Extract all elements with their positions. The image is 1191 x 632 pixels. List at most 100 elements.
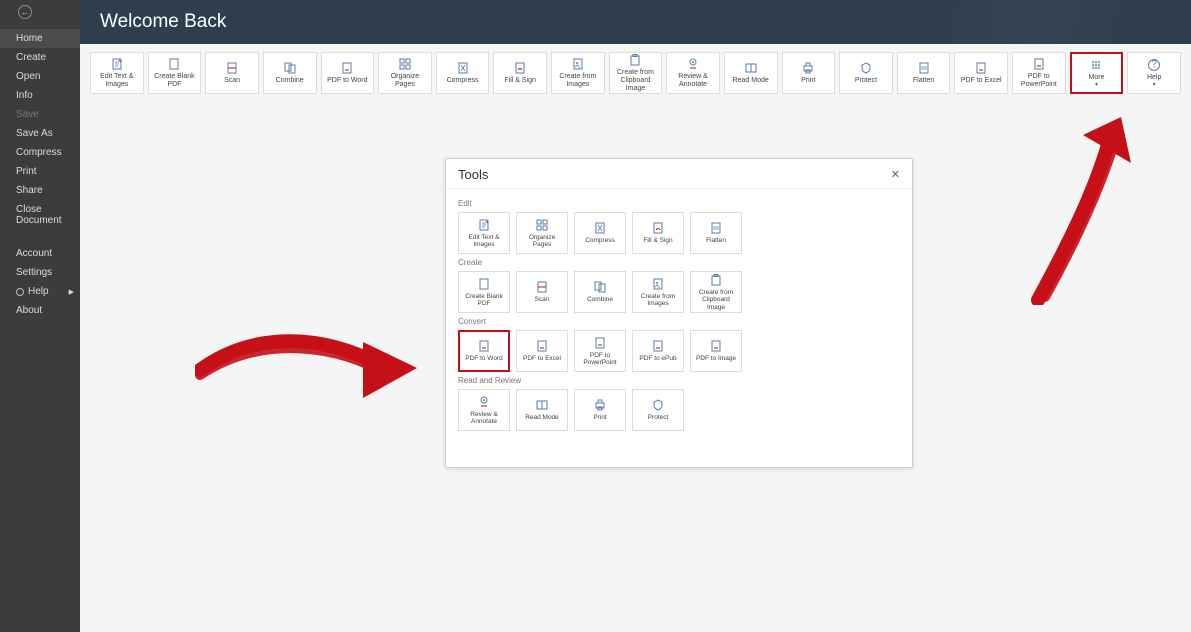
sidebar-item-label: Share <box>16 185 43 196</box>
tile-create-blank-pdf[interactable]: Create Blank PDF <box>458 271 510 313</box>
sidebar: ← Home Create Open InfoSaveSave As Compress P… <box>0 0 80 632</box>
fromimg-icon <box>571 57 585 71</box>
toolbar-compress[interactable]: Compress <box>436 52 490 94</box>
doc-icon <box>651 339 665 353</box>
tile-fill-sign[interactable]: Fill & Sign <box>632 212 684 254</box>
toolbar-label: Fill & Sign <box>504 77 536 85</box>
sign-icon <box>651 221 665 235</box>
tile-combine[interactable]: Combine <box>574 271 626 313</box>
tile-scan[interactable]: Scan <box>516 271 568 313</box>
sidebar-item-close-document[interactable]: Close Document <box>0 200 80 230</box>
edit-icon <box>477 218 491 232</box>
flatten-icon <box>709 221 723 235</box>
tile-label: Flatten <box>706 237 726 244</box>
toolbar-help[interactable]: ?Help▾ <box>1127 52 1181 94</box>
tile-print[interactable]: Print <box>574 389 626 431</box>
sidebar-item-help[interactable]: Help▶ <box>0 282 80 301</box>
sidebar-item-label: Create <box>16 52 46 63</box>
toolbar-label: Organize Pages <box>381 73 429 88</box>
tile-pdf-to-word[interactable]: PDF to Word <box>458 330 510 372</box>
tile-label: PDF to Word <box>465 355 502 362</box>
toolbar-print[interactable]: Print <box>782 52 836 94</box>
sidebar-item-print[interactable]: Print <box>0 162 80 181</box>
section-title: Create <box>458 258 900 267</box>
tile-compress[interactable]: Compress <box>574 212 626 254</box>
sidebar-item-about[interactable]: About <box>0 301 80 320</box>
print-icon <box>801 61 815 75</box>
tile-label: Create from Images <box>635 293 681 307</box>
tile-pdf-to-image[interactable]: PDF to Image <box>690 330 742 372</box>
toolbar-read-mode[interactable]: Read Mode <box>724 52 778 94</box>
tile-pdf-to-powerpoint[interactable]: PDF to PowerPoint <box>574 330 626 372</box>
fromimg-icon <box>651 277 665 291</box>
doc-icon <box>477 339 491 353</box>
more-icon <box>1089 58 1103 72</box>
toolbar-more[interactable]: More▾ <box>1070 52 1124 94</box>
sidebar-item-compress[interactable]: Compress <box>0 143 80 162</box>
sidebar-item-label: Compress <box>16 147 62 158</box>
sidebar-item-open[interactable]: Open <box>0 67 80 86</box>
main: Welcome Back Edit Text & ImagesCreate Bl… <box>80 0 1191 632</box>
tile-label: Create Blank PDF <box>461 293 507 307</box>
read-icon <box>535 398 549 412</box>
toolbar-flatten[interactable]: Flatten <box>897 52 951 94</box>
toolbar-pdf-to-excel[interactable]: PDF to Excel <box>954 52 1008 94</box>
section-title: Convert <box>458 317 900 326</box>
back-button[interactable]: ← <box>18 5 32 19</box>
tile-create-from-clipboard-image[interactable]: Create from Clipboard Image <box>690 271 742 313</box>
toolbar-label: Flatten <box>913 77 934 85</box>
toolbar-create-from-clipboard-image[interactable]: Create from Clipboard Image <box>609 52 663 94</box>
toolbar-label: PDF to Excel <box>961 77 1002 85</box>
toolbar-scan[interactable]: Scan <box>205 52 259 94</box>
toolbar-organize-pages[interactable]: Organize Pages <box>378 52 432 94</box>
sidebar-item-label: Open <box>16 71 40 82</box>
toolbar-fill-sign[interactable]: Fill & Sign <box>493 52 547 94</box>
tile-organize-pages[interactable]: Organize Pages <box>516 212 568 254</box>
tile-read-mode[interactable]: Read Mode <box>516 389 568 431</box>
tile-edit-text-images[interactable]: Edit Text & Images <box>458 212 510 254</box>
chevron-down-icon: ▾ <box>1095 82 1098 89</box>
toolbar-pdf-to-powerpoint[interactable]: PDF to PowerPoint <box>1012 52 1066 94</box>
tile-label: PDF to Image <box>696 355 736 362</box>
sidebar-item-create[interactable]: Create <box>0 48 80 67</box>
tile-pdf-to-excel[interactable]: PDF to Excel <box>516 330 568 372</box>
modal-title: Tools <box>458 167 488 182</box>
doc-icon <box>340 61 354 75</box>
read-icon <box>744 61 758 75</box>
toolbar-edit-text-images[interactable]: Edit Text & Images <box>90 52 144 94</box>
close-icon[interactable]: ✕ <box>891 168 900 181</box>
blank-icon <box>167 57 181 71</box>
sidebar-item-home[interactable]: Home <box>0 29 80 48</box>
toolbar-create-from-images[interactable]: Create from Images <box>551 52 605 94</box>
tile-label: Create from Clipboard Image <box>693 289 739 310</box>
sidebar-item-share[interactable]: Share <box>0 181 80 200</box>
doc-icon <box>593 336 607 350</box>
sidebar-item-save-as[interactable]: Save As <box>0 124 80 143</box>
organize-icon <box>535 218 549 232</box>
tile-label: Edit Text & Images <box>461 234 507 248</box>
toolbar-protect[interactable]: Protect <box>839 52 893 94</box>
tile-label: Scan <box>535 296 550 303</box>
tile-label: PDF to Excel <box>523 355 561 362</box>
section-title: Edit <box>458 199 900 208</box>
edit-icon <box>110 57 124 71</box>
sidebar-item-settings[interactable]: Settings <box>0 263 80 282</box>
tile-pdf-to-epub[interactable]: PDF to ePub <box>632 330 684 372</box>
toolbar-label: Edit Text & Images <box>93 73 141 88</box>
toolbar-create-blank-pdf[interactable]: Create Blank PDF <box>148 52 202 94</box>
toolbar-review-annotate[interactable]: Review & Annotate <box>666 52 720 94</box>
sidebar-item-label: Settings <box>16 267 52 278</box>
tile-flatten[interactable]: Flatten <box>690 212 742 254</box>
sidebar-item-save[interactable]: Save <box>0 105 80 124</box>
toolbar-combine[interactable]: Combine <box>263 52 317 94</box>
tile-row: PDF to Word PDF to Excel PDF to PowerPoint… <box>458 330 900 372</box>
tile-review-annotate[interactable]: Review & Annotate <box>458 389 510 431</box>
tile-create-from-images[interactable]: Create from Images <box>632 271 684 313</box>
scan-icon <box>225 61 239 75</box>
sidebar-item-account[interactable]: Account <box>0 244 80 263</box>
section-title: Read and Review <box>458 376 900 385</box>
combine-icon <box>283 61 297 75</box>
toolbar-pdf-to-word[interactable]: PDF to Word <box>321 52 375 94</box>
tile-protect[interactable]: Protect <box>632 389 684 431</box>
sidebar-item-info[interactable]: Info <box>0 86 80 105</box>
